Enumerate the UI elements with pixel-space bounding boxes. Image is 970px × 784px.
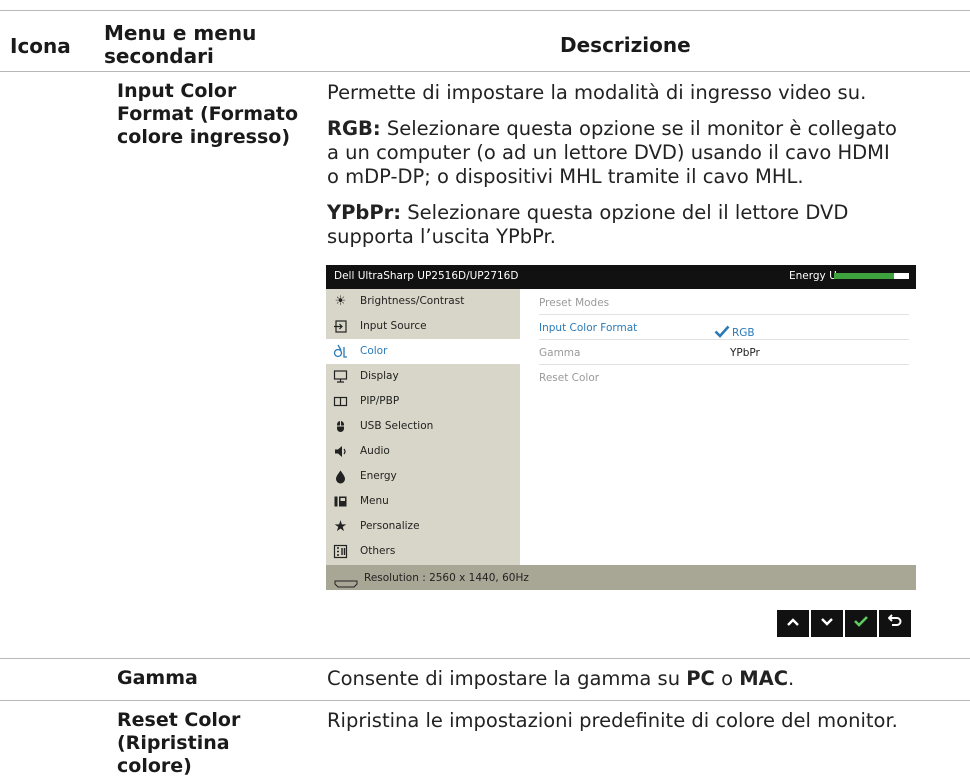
star-icon: ★: [333, 517, 348, 535]
osd-menu-display[interactable]: Display: [326, 364, 520, 389]
osd-menu-label: Input Source: [360, 320, 427, 332]
speaker-icon: [333, 444, 348, 459]
chevron-down-icon: [820, 615, 834, 631]
rgb-label: RGB:: [327, 117, 381, 140]
rgb-text-1: Selezionare questa opzione se il monitor…: [380, 117, 897, 140]
energy-icon: [333, 469, 348, 484]
ok-button[interactable]: [845, 610, 877, 637]
osd-sub-input-color-format[interactable]: Input Color Format: [539, 322, 637, 334]
chevron-up-icon: [786, 615, 800, 631]
row-divider: [0, 658, 970, 659]
back-button[interactable]: [879, 610, 911, 637]
osd-sub-reset-color[interactable]: Reset Color: [539, 372, 599, 384]
osd-menu-personalize[interactable]: ★ Personalize: [326, 514, 520, 539]
header-bottom-rule: [0, 71, 970, 72]
gamma-desc-end: .: [788, 667, 795, 690]
input-source-icon: [333, 319, 348, 334]
header-top-rule: [0, 10, 970, 11]
osd-sub-divider: [539, 364, 909, 365]
osd-menu-label: Display: [360, 370, 399, 382]
display-icon: [333, 369, 348, 384]
osd-menu-audio[interactable]: Audio: [326, 439, 520, 464]
gamma-mac: MAC: [739, 667, 789, 690]
header-menu-col-line2: secondari: [104, 44, 214, 68]
rgb-desc-line1: RGB: Selezionare questa opzione se il mo…: [327, 117, 897, 141]
others-icon: [333, 544, 348, 559]
osd-option-ypbpr[interactable]: YPbPr: [730, 347, 760, 359]
energy-use-fill: [834, 273, 894, 279]
header-menu-col-line1: Menu e menu: [104, 21, 257, 45]
osd-menu-brightness[interactable]: ☀ Brightness/Contrast: [326, 289, 520, 314]
reset-color-title-2: (Ripristina: [117, 732, 230, 754]
ypbpr-desc-line2: supporta l’uscita YPbPr.: [327, 225, 556, 248]
osd-menu-others[interactable]: Others: [326, 539, 520, 564]
rgb-desc-line2: a un computer (o ad un lettore DVD) usan…: [327, 141, 890, 164]
osd-resolution: Resolution : 2560 x 1440, 60Hz: [364, 572, 529, 584]
osd-status-bar: Resolution : 2560 x 1440, 60Hz: [326, 565, 916, 590]
osd-menu-label: Brightness/Contrast: [360, 295, 465, 307]
osd-menu-label: Others: [360, 545, 396, 557]
osd-title: Dell UltraSharp UP2516D/UP2716D: [334, 270, 519, 282]
pip-icon: [333, 394, 348, 409]
ypbpr-label: YPbPr:: [327, 201, 402, 224]
osd-menu-usb[interactable]: USB Selection: [326, 414, 520, 439]
ypbpr-text-1: Selezionare questa opzione del il lettor…: [401, 201, 849, 224]
energy-use-bar: [834, 273, 909, 279]
check-icon: [853, 615, 869, 631]
osd-menu-label: Menu: [360, 495, 389, 507]
osd-menu-label: Energy: [360, 470, 397, 482]
osd-menu-label: Audio: [360, 445, 390, 457]
header-icon-col: Icona: [10, 34, 71, 58]
input-color-format-title-3: colore ingresso): [117, 126, 291, 148]
gamma-desc-mid: o: [714, 667, 740, 690]
down-button[interactable]: [811, 610, 843, 637]
rgb-desc-line3: o mDP-DP; o dispositivi MHL tramite il c…: [327, 165, 804, 188]
osd-menu-menu[interactable]: Menu: [326, 489, 520, 514]
gamma-pc: PC: [686, 667, 715, 690]
hdmi-icon: [334, 573, 358, 588]
osd-option-rgb-label: RGB: [732, 327, 755, 339]
osd-menu-color[interactable]: Color: [326, 339, 520, 364]
back-icon: [887, 614, 902, 631]
usb-icon: [333, 419, 348, 434]
reset-color-desc: Ripristina le impostazioni predefinite d…: [327, 709, 898, 732]
osd-sub-divider: [539, 314, 909, 315]
input-color-intro: Permette di impostare la modalità di ing…: [327, 81, 867, 104]
sun-icon: ☀: [334, 294, 347, 309]
up-button[interactable]: [777, 610, 809, 637]
osd-menu-pip[interactable]: PIP/PBP: [326, 389, 520, 414]
reset-color-title-1: Reset Color: [117, 709, 241, 731]
osd-main-menu: ☀ Brightness/Contrast Input Source Color…: [326, 289, 520, 565]
osd-sub-gamma[interactable]: Gamma: [539, 347, 580, 359]
osd-option-rgb[interactable]: RGB: [714, 325, 755, 341]
ypbpr-desc-line1: YPbPr: Selezionare questa opzione del il…: [327, 201, 848, 225]
color-icon: [333, 344, 348, 359]
reset-color-title-3: colore): [117, 755, 192, 777]
input-color-format-title-1: Input Color: [117, 80, 237, 102]
menu-icon: [333, 494, 348, 509]
row-divider: [0, 700, 970, 701]
osd-menu-label: Color: [360, 345, 388, 357]
osd-sub-preset-modes[interactable]: Preset Modes: [539, 297, 609, 309]
gamma-title: Gamma: [117, 667, 198, 689]
osd-title-bar: Dell UltraSharp UP2516D/UP2716D Energy U…: [326, 265, 916, 289]
check-icon: [714, 325, 730, 341]
gamma-desc: Consente di impostare la gamma su PC o M…: [327, 667, 794, 691]
input-color-format-title-2: Format (Formato: [117, 103, 299, 125]
gamma-desc-text: Consente di impostare la gamma su: [327, 667, 687, 690]
osd-screenshot: Dell UltraSharp UP2516D/UP2716D Energy U…: [326, 265, 916, 590]
osd-menu-label: Personalize: [360, 520, 420, 532]
osd-menu-label: PIP/PBP: [360, 395, 400, 407]
osd-menu-energy[interactable]: Energy: [326, 464, 520, 489]
osd-menu-input-source[interactable]: Input Source: [326, 314, 520, 339]
osd-menu-label: USB Selection: [360, 420, 434, 432]
header-desc-col: Descrizione: [560, 33, 691, 57]
